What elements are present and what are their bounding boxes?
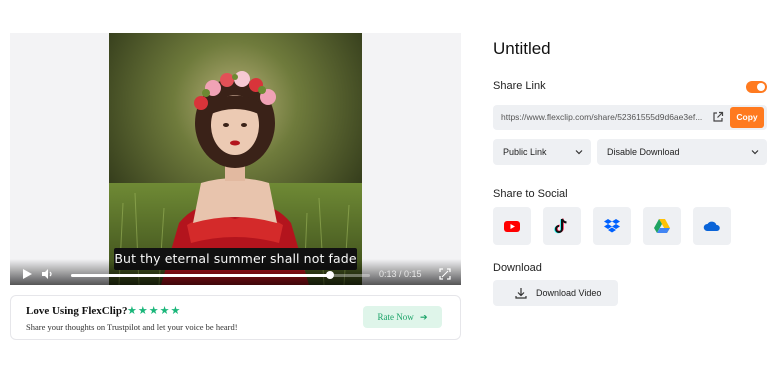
share-google-drive-button[interactable] [643, 207, 681, 245]
download-permission-value: Disable Download [607, 147, 680, 157]
share-link-label: Share Link [493, 80, 546, 92]
onedrive-icon [703, 221, 720, 231]
rate-banner: Love Using FlexClip? ★★★★★ Share your th… [10, 295, 461, 340]
progress-bar[interactable] [71, 271, 370, 279]
share-page: But thy eternal summer shall not fade 0:… [0, 0, 780, 370]
toggle-knob [757, 83, 765, 91]
progress-fill [71, 274, 331, 277]
time-display: 0:13 / 0:15 [379, 269, 422, 279]
trustpilot-stars: ★★★★★ [127, 305, 182, 317]
download-label: Download [493, 262, 542, 274]
dropbox-icon [604, 219, 620, 233]
tiktok-icon [554, 218, 567, 234]
link-visibility-select[interactable]: Public Link [493, 139, 591, 165]
copy-button[interactable]: Copy [730, 107, 764, 128]
google-drive-icon [654, 219, 670, 233]
player-controls: 0:13 / 0:15 [10, 259, 461, 285]
play-icon[interactable] [21, 268, 33, 280]
fullscreen-icon[interactable] [439, 268, 451, 280]
download-permission-select[interactable]: Disable Download [597, 139, 767, 165]
link-visibility-value: Public Link [503, 147, 547, 157]
rate-now-button[interactable]: Rate Now ➔ [363, 306, 442, 328]
progress-handle[interactable] [326, 271, 335, 279]
download-video-label: Download Video [536, 288, 602, 298]
share-social-label: Share to Social [493, 188, 568, 200]
video-player[interactable]: But thy eternal summer shall not fade 0:… [10, 33, 461, 285]
share-onedrive-button[interactable] [693, 207, 731, 245]
chevron-down-icon [751, 150, 759, 155]
youtube-icon [504, 221, 520, 232]
open-link-icon[interactable] [712, 111, 724, 123]
chevron-down-icon [575, 150, 583, 155]
volume-icon[interactable] [41, 268, 53, 280]
arrow-right-icon: ➔ [419, 312, 428, 322]
share-link-toggle[interactable] [746, 81, 767, 93]
rate-subtitle: Share your thoughts on Trustpilot and le… [26, 322, 238, 332]
download-video-button[interactable]: Download Video [493, 280, 618, 306]
share-link-field[interactable]: https://www.flexclip.com/share/52361555d… [493, 105, 767, 130]
project-title: Untitled [493, 39, 551, 58]
download-icon [515, 288, 527, 299]
share-link-url: https://www.flexclip.com/share/52361555d… [501, 112, 703, 122]
rate-now-label: Rate Now [377, 312, 414, 322]
rate-title: Love Using FlexClip? [26, 305, 128, 317]
share-dropbox-button[interactable] [593, 207, 631, 245]
share-tiktok-button[interactable] [543, 207, 581, 245]
share-youtube-button[interactable] [493, 207, 531, 245]
